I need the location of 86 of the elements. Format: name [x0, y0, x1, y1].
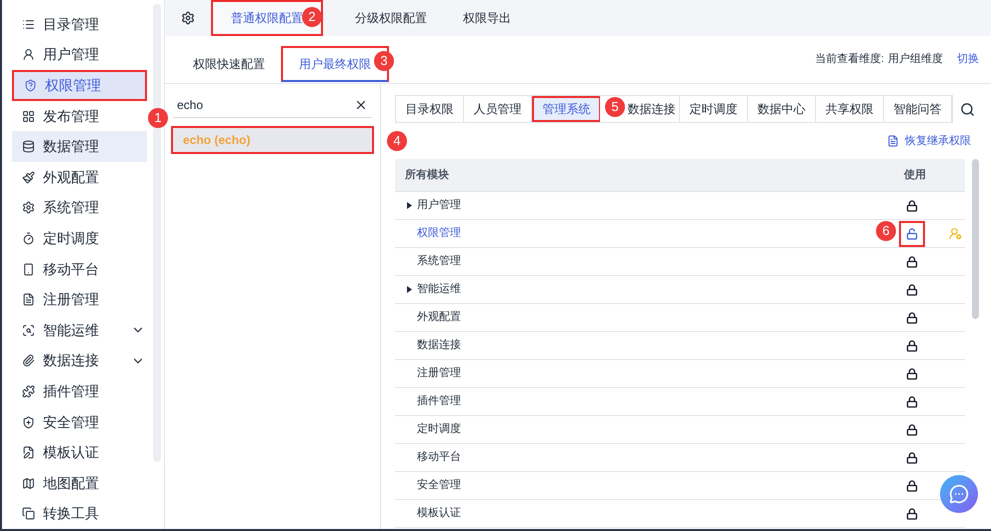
lock-icon[interactable] [906, 368, 918, 380]
settings-icon[interactable] [181, 11, 195, 25]
shield-plus-icon [22, 416, 35, 429]
chat-icon [949, 484, 969, 504]
lock-icon[interactable] [906, 256, 918, 268]
callout-badge: 6 [876, 221, 896, 241]
sidebar-item[interactable]: 外观配置 [12, 162, 147, 193]
lock-cell[interactable] [899, 220, 925, 246]
search-icon[interactable] [960, 102, 975, 116]
sidebar-item[interactable]: 定时调度 [12, 223, 147, 254]
lock-icon[interactable] [906, 312, 918, 324]
lock-icon[interactable] [906, 284, 918, 296]
top-tab[interactable]: 权限导出 [445, 0, 529, 36]
lock-icon[interactable] [906, 480, 918, 492]
module-name[interactable]: 外观配置 [417, 309, 461, 326]
callout-badge: 3 [374, 51, 394, 71]
puzzle-icon [22, 384, 35, 398]
column-header: 所有模块 [404, 168, 450, 183]
module-tab[interactable]: 数据中心 [748, 96, 816, 122]
map-icon [22, 476, 35, 490]
module-name[interactable]: 智能运维 [417, 281, 461, 298]
module-name[interactable]: 定时调度 [417, 421, 461, 438]
database-icon [22, 140, 35, 154]
module-name[interactable]: 注册管理 [417, 365, 461, 382]
chat-button[interactable] [940, 475, 978, 513]
sidebar-item[interactable]: 发布管理 [12, 100, 147, 132]
search-input[interactable]: echo [177, 96, 354, 114]
module-tab[interactable]: 共享权限 [816, 96, 884, 122]
view-dimension-value: 用户组维度 [888, 52, 943, 68]
switch-link[interactable]: 切换 [957, 51, 979, 68]
view-dimension-label: 当前查看维度: [814, 52, 884, 68]
module-name[interactable]: 安全管理 [417, 477, 461, 494]
sidebar-item[interactable]: 移动平台 [12, 254, 147, 284]
copy-icon [22, 507, 35, 520]
sidebar-item[interactable]: 用户管理 [12, 40, 147, 70]
document-icon [22, 293, 35, 306]
shield-icon [24, 78, 37, 92]
edit-document-icon [22, 446, 35, 460]
document-icon [887, 135, 899, 147]
sidebar-item[interactable]: 系统管理 [12, 192, 147, 224]
sidebar-item[interactable]: 数据连接 [12, 346, 147, 376]
module-name[interactable]: 用户管理 [417, 197, 461, 214]
sidebar-item[interactable]: 地图配置 [12, 468, 147, 498]
sub-tab[interactable]: 权限快速配置 [177, 46, 281, 82]
sidebar-item[interactable]: 安全管理 [12, 406, 147, 438]
module-name[interactable]: 系统管理 [417, 253, 461, 270]
search-field[interactable]: echo [173, 92, 372, 118]
module-tab[interactable]: 人员管理 [464, 96, 532, 122]
user-icon [22, 48, 35, 62]
expand-triangle-icon[interactable] [406, 202, 412, 209]
lock-icon[interactable] [906, 340, 918, 352]
phone-icon [22, 262, 35, 276]
sidebar-item[interactable]: 注册管理 [12, 284, 147, 315]
gear-icon [22, 201, 35, 214]
sidebar-item[interactable]: 模板认证 [12, 437, 147, 468]
lock-icon[interactable] [906, 452, 918, 464]
grid-icon [22, 110, 35, 123]
module-tab[interactable]: 智能问答 [884, 96, 952, 122]
timer-icon [22, 232, 35, 245]
column-header: 使用 [902, 168, 927, 183]
restore-inheritance-link[interactable]: 恢复继承权限 [887, 132, 971, 150]
sidebar-item[interactable]: 数据管理 [12, 131, 147, 162]
lock-icon[interactable] [906, 424, 918, 436]
brush-icon [22, 170, 35, 184]
module-name[interactable]: 移动平台 [417, 449, 461, 466]
unlocked-icon[interactable] [906, 228, 918, 240]
sidebar-item[interactable]: 智能运维 [12, 314, 147, 346]
module-name[interactable]: 数据连接 [417, 337, 461, 354]
module-name[interactable]: 插件管理 [417, 393, 461, 410]
sidebar-item[interactable]: 目录管理 [12, 9, 147, 40]
paperclip-icon [22, 354, 35, 368]
expand-triangle-icon[interactable] [406, 286, 412, 293]
scan-icon [22, 324, 35, 337]
lock-icon[interactable] [906, 508, 918, 520]
sidebar-item[interactable]: 插件管理 [12, 376, 147, 407]
module-name[interactable]: 模板认证 [417, 505, 461, 522]
module-tab[interactable]: 管理系统 [532, 96, 600, 122]
top-tab[interactable]: 分级权限配置 [337, 0, 445, 36]
sidebar-item[interactable]: 权限管理 [12, 70, 147, 101]
module-tab[interactable]: 定时调度 [680, 96, 748, 122]
callout-badge: 4 [387, 131, 407, 151]
lock-icon[interactable] [906, 396, 918, 408]
module-tab[interactable]: 目录权限 [396, 96, 464, 122]
module-name[interactable]: 权限管理 [417, 225, 461, 242]
sidebar-item[interactable]: 转换工具 [12, 498, 147, 529]
lock-icon[interactable] [906, 200, 918, 212]
